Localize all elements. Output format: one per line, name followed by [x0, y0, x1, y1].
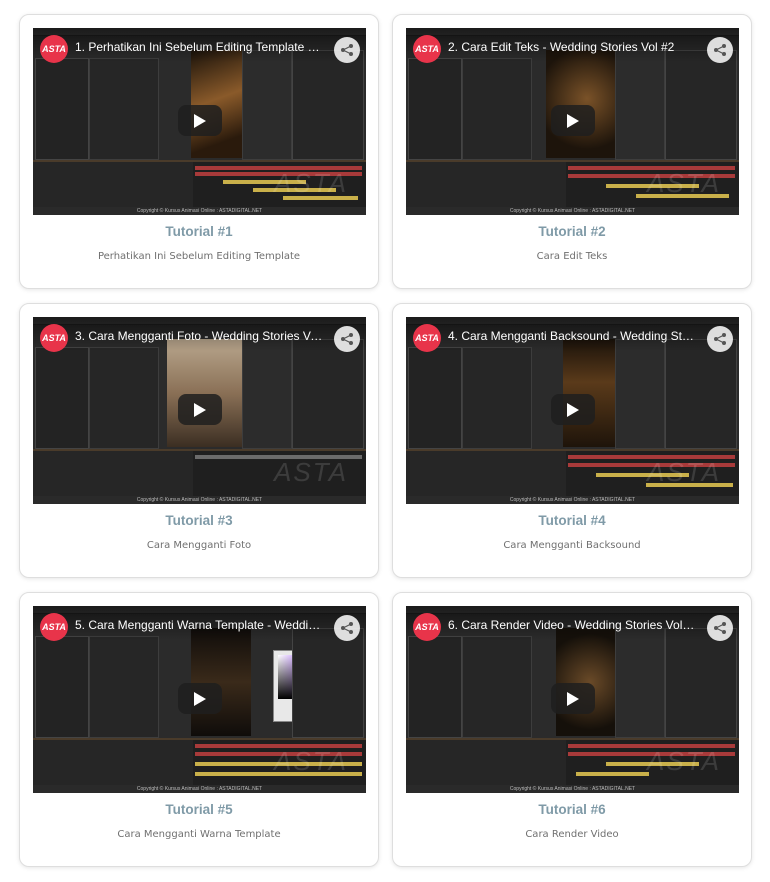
play-icon — [194, 692, 206, 706]
tutorial-card-6: ASTA Copyright © Kursus Animasi Online :… — [392, 592, 752, 867]
ae-effects-panel — [292, 628, 364, 738]
ae-layer-list — [33, 162, 193, 209]
ae-project-panel — [408, 636, 462, 738]
ae-effects-panel — [665, 628, 737, 738]
play-icon — [567, 692, 579, 706]
tutorial-description: Cara Mengganti Backsound — [503, 540, 641, 551]
watermark: ASTA — [647, 457, 721, 487]
tutorial-description: Cara Render Video — [525, 829, 619, 840]
tutorial-card-4: ASTA Copyright © Kursus Animasi Online :… — [392, 303, 752, 578]
ae-panel — [615, 628, 665, 738]
video-thumbnail[interactable]: ASTA Copyright © Kursus Animasi Online :… — [406, 606, 739, 793]
composition-preview — [556, 628, 624, 736]
tutorial-card-3: ASTA Copyright © Kursus Animasi Online :… — [19, 303, 379, 578]
thumbnail-footer: Copyright © Kursus Animasi Online : ASTA… — [33, 496, 366, 504]
ae-panel — [89, 58, 159, 160]
video-title[interactable]: 6. Cara Render Video - Wedding Stories V… — [448, 618, 696, 632]
thumbnail-footer: Copyright © Kursus Animasi Online : ASTA… — [33, 785, 366, 793]
tutorial-heading: Tutorial #4 — [538, 513, 606, 528]
ae-panel — [615, 339, 665, 449]
play-icon — [194, 114, 206, 128]
video-title[interactable]: 3. Cara Mengganti Foto - Wedding Stories… — [75, 329, 323, 343]
ae-project-panel — [408, 347, 462, 449]
watermark: ASTA — [274, 168, 348, 198]
share-icon[interactable] — [334, 326, 360, 352]
tutorial-card-5: ASTA Copyright © Kursus Animasi Online :… — [19, 592, 379, 867]
play-button[interactable] — [551, 394, 595, 425]
video-thumbnail[interactable]: ASTA Copyright © Kursus Animasi Online :… — [33, 317, 366, 504]
thumbnail-footer: Copyright © Kursus Animasi Online : ASTA… — [406, 496, 739, 504]
tutorial-heading: Tutorial #2 — [538, 224, 606, 239]
share-icon[interactable] — [707, 37, 733, 63]
share-icon[interactable] — [707, 615, 733, 641]
play-icon — [567, 114, 579, 128]
share-icon[interactable] — [334, 615, 360, 641]
ae-layer-list — [33, 451, 193, 498]
watermark: ASTA — [274, 457, 348, 487]
thumbnail-footer: Copyright © Kursus Animasi Online : ASTA… — [406, 785, 739, 793]
ae-effects-panel — [292, 339, 364, 449]
video-title[interactable]: 5. Cara Mengganti Warna Template - Weddi… — [75, 618, 323, 632]
channel-logo[interactable]: ASTA — [40, 324, 68, 352]
ae-project-panel — [35, 58, 89, 160]
tutorial-heading: Tutorial #3 — [165, 513, 233, 528]
ae-layer-list — [406, 451, 566, 498]
video-thumbnail[interactable]: ASTA Copyright © Kursus Animasi Online :… — [406, 317, 739, 504]
ae-panel — [89, 347, 159, 449]
ae-project-panel — [408, 58, 462, 160]
ae-panel — [242, 339, 292, 449]
ae-layer-list — [406, 162, 566, 209]
channel-logo[interactable]: ASTA — [413, 613, 441, 641]
share-icon[interactable] — [707, 326, 733, 352]
video-title[interactable]: 4. Cara Mengganti Backsound - Wedding St… — [448, 329, 696, 343]
play-icon — [194, 403, 206, 417]
tutorial-description: Cara Edit Teks — [536, 251, 608, 262]
timeline-bar — [576, 772, 649, 776]
share-icon[interactable] — [334, 37, 360, 63]
watermark: ASTA — [274, 746, 348, 776]
ae-panel — [462, 58, 532, 160]
thumbnail-footer: Copyright © Kursus Animasi Online : ASTA… — [406, 207, 739, 215]
video-thumbnail[interactable]: ASTA Copyright © Kursus Animasi Online :… — [406, 28, 739, 215]
tutorial-description: Cara Mengganti Warna Template — [117, 829, 281, 840]
play-button[interactable] — [178, 105, 222, 136]
ae-layer-list — [33, 740, 193, 787]
thumbnail-footer: Copyright © Kursus Animasi Online : ASTA… — [33, 207, 366, 215]
channel-logo[interactable]: ASTA — [40, 35, 68, 63]
ae-project-panel — [35, 347, 89, 449]
tutorial-heading: Tutorial #1 — [165, 224, 233, 239]
ae-layer-list — [406, 740, 566, 787]
play-button[interactable] — [551, 683, 595, 714]
tutorial-card-2: ASTA Copyright © Kursus Animasi Online :… — [392, 14, 752, 289]
play-icon — [567, 403, 579, 417]
ae-effects-panel — [665, 339, 737, 449]
tutorial-description: Cara Mengganti Foto — [146, 540, 252, 551]
ae-panel — [462, 347, 532, 449]
ae-effects-panel — [665, 50, 737, 160]
channel-logo[interactable]: ASTA — [413, 324, 441, 352]
ae-project-panel — [35, 636, 89, 738]
tutorial-heading: Tutorial #5 — [165, 802, 233, 817]
video-title[interactable]: 1. Perhatikan Ini Sebelum Editing Templa… — [75, 40, 323, 54]
video-thumbnail[interactable]: ASTA Copyright © Kursus Animasi Online :… — [33, 28, 366, 215]
tutorial-grid: ASTA Copyright © Kursus Animasi Online :… — [0, 0, 770, 882]
tutorial-description: Perhatikan Ini Sebelum Editing Template — [97, 251, 301, 262]
ae-panel — [462, 636, 532, 738]
ae-effects-panel — [292, 50, 364, 160]
ae-panel — [615, 50, 665, 160]
play-button[interactable] — [178, 683, 222, 714]
tutorial-card-1: ASTA Copyright © Kursus Animasi Online :… — [19, 14, 379, 289]
watermark: ASTA — [647, 746, 721, 776]
tutorial-heading: Tutorial #6 — [538, 802, 606, 817]
watermark: ASTA — [647, 168, 721, 198]
channel-logo[interactable]: ASTA — [40, 613, 68, 641]
composition-preview — [191, 628, 251, 736]
video-title[interactable]: 2. Cara Edit Teks - Wedding Stories Vol … — [448, 40, 696, 54]
play-button[interactable] — [551, 105, 595, 136]
ae-panel — [242, 50, 292, 160]
ae-panel — [89, 636, 159, 738]
video-thumbnail[interactable]: ASTA Copyright © Kursus Animasi Online :… — [33, 606, 366, 793]
channel-logo[interactable]: ASTA — [413, 35, 441, 63]
play-button[interactable] — [178, 394, 222, 425]
